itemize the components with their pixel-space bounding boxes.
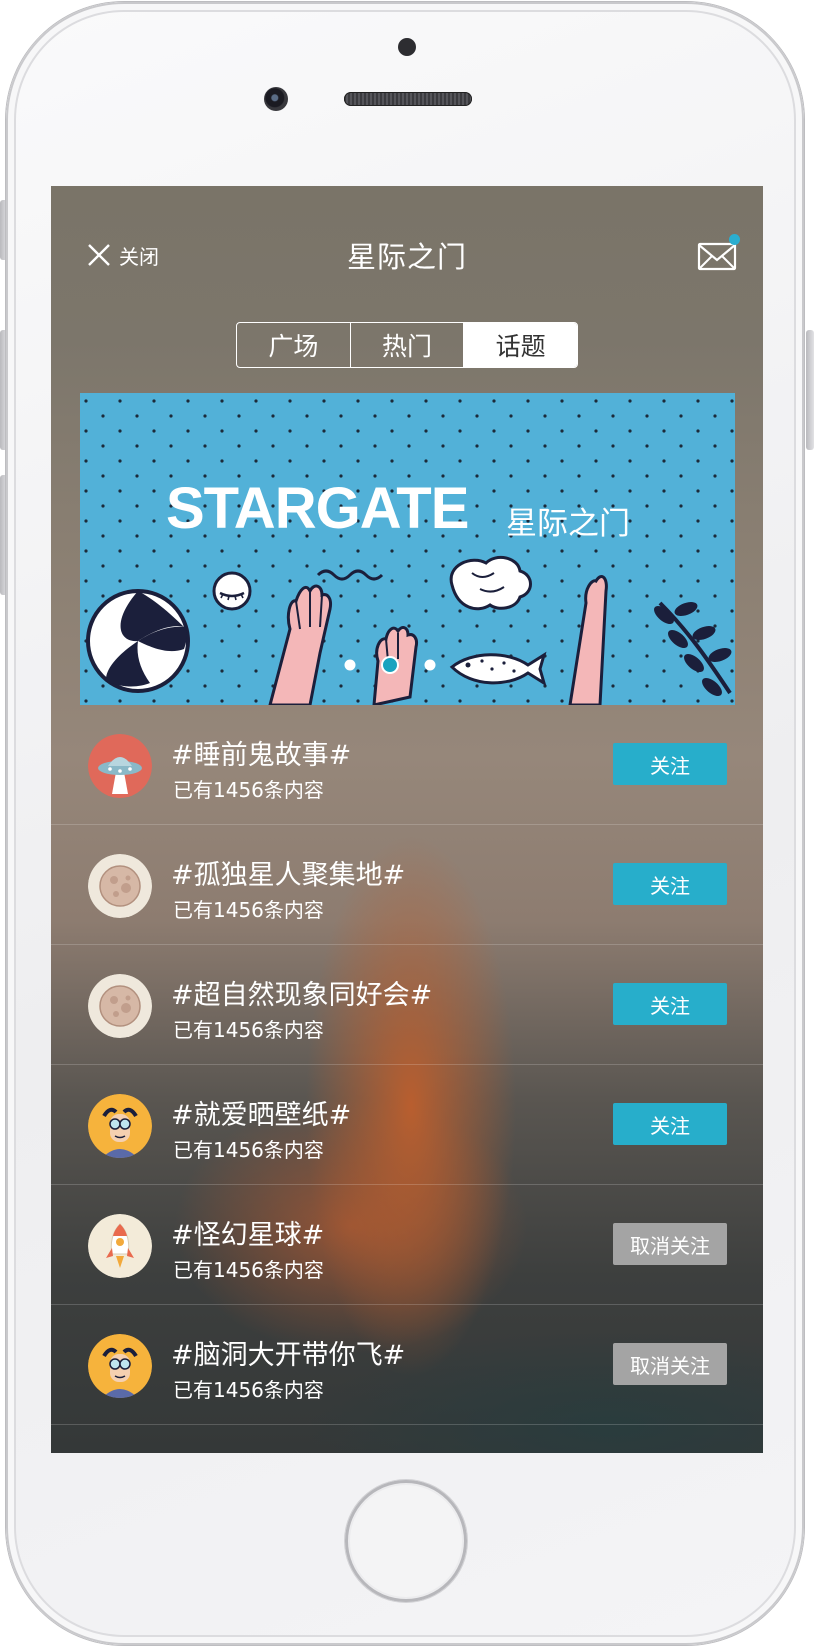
topic-title: #脑洞大开带你飞# <box>171 1340 406 1371</box>
earpiece-speaker <box>344 92 472 106</box>
follow-button[interactable]: 关注 <box>613 863 727 905</box>
topic-count: 已有1456条内容 <box>173 778 324 802</box>
follow-button[interactable]: 关注 <box>613 743 727 785</box>
moon-icon <box>88 974 152 1038</box>
power-button <box>806 330 814 450</box>
topic-count: 已有1456条内容 <box>173 898 324 922</box>
front-camera <box>264 87 288 111</box>
app-screen: 关闭 星际之门 广场 热门 话题 STARGATE 星际之门 #睡前鬼故事# 已… <box>51 186 763 1453</box>
page-title: 星际之门 <box>346 240 467 274</box>
tab-topics[interactable]: 话题 <box>464 323 577 367</box>
segmented-tabs: 广场 热门 话题 <box>236 322 578 368</box>
topic-count: 已有1456条内容 <box>173 1018 324 1042</box>
topic-title: #超自然现象同好会# <box>171 980 433 1011</box>
moon-icon <box>88 854 152 918</box>
topic-title: #孤独星人聚集地# <box>171 860 406 891</box>
proximity-sensor <box>398 38 416 56</box>
banner-title: STARGATE <box>166 476 469 541</box>
topic-count: 已有1456条内容 <box>173 1258 324 1282</box>
topic-title: #睡前鬼故事# <box>171 740 352 771</box>
page-dot[interactable] <box>424 659 436 671</box>
list-item[interactable]: #怪幻星球# 已有1456条内容 取消关注 <box>51 1185 763 1305</box>
list-item[interactable]: #脑洞大开带你飞# 已有1456条内容 取消关注 <box>51 1305 763 1425</box>
brain-icon <box>449 555 532 611</box>
list-item[interactable]: #孤独星人聚集地# 已有1456条内容 关注 <box>51 825 763 945</box>
topic-title: #就爱晒壁纸# <box>171 1100 352 1131</box>
page-dot[interactable] <box>344 659 356 671</box>
topic-list: #睡前鬼故事# 已有1456条内容 关注 #孤独星人聚集地# 已有1456条内容… <box>51 705 763 1425</box>
tab-hot[interactable]: 热门 <box>351 323 465 367</box>
follow-button[interactable]: 关注 <box>613 983 727 1025</box>
unfollow-button[interactable]: 取消关注 <box>613 1223 727 1265</box>
ufo-icon <box>88 734 152 798</box>
scientist-icon <box>88 1334 152 1398</box>
topic-title: #怪幻星球# <box>171 1220 325 1251</box>
nav-bar: 关闭 星际之门 <box>51 186 763 316</box>
banner-illustration <box>80 393 735 705</box>
list-item[interactable]: #就爱晒壁纸# 已有1456条内容 关注 <box>51 1065 763 1185</box>
unread-badge <box>729 234 740 245</box>
beach-ball-icon <box>86 589 190 693</box>
home-button[interactable] <box>345 1480 467 1602</box>
follow-button[interactable]: 关注 <box>613 1103 727 1145</box>
list-item[interactable]: #超自然现象同好会# 已有1456条内容 关注 <box>51 945 763 1065</box>
scientist-icon <box>88 1094 152 1158</box>
page-dot-active[interactable] <box>381 656 399 674</box>
unfollow-button[interactable]: 取消关注 <box>613 1343 727 1385</box>
topic-count: 已有1456条内容 <box>173 1138 324 1162</box>
sleeping-face-icon <box>212 571 252 611</box>
list-item[interactable]: #睡前鬼故事# 已有1456条内容 关注 <box>51 705 763 825</box>
topic-count: 已有1456条内容 <box>173 1378 324 1402</box>
tab-plaza[interactable]: 广场 <box>237 323 351 367</box>
device-mockup: 关闭 星际之门 广场 热门 话题 STARGATE 星际之门 #睡前鬼故事# 已… <box>0 0 814 1649</box>
rocket-icon <box>88 1214 152 1278</box>
banner-carousel[interactable]: STARGATE 星际之门 <box>80 393 735 705</box>
banner-subtitle: 星际之门 <box>506 506 630 542</box>
